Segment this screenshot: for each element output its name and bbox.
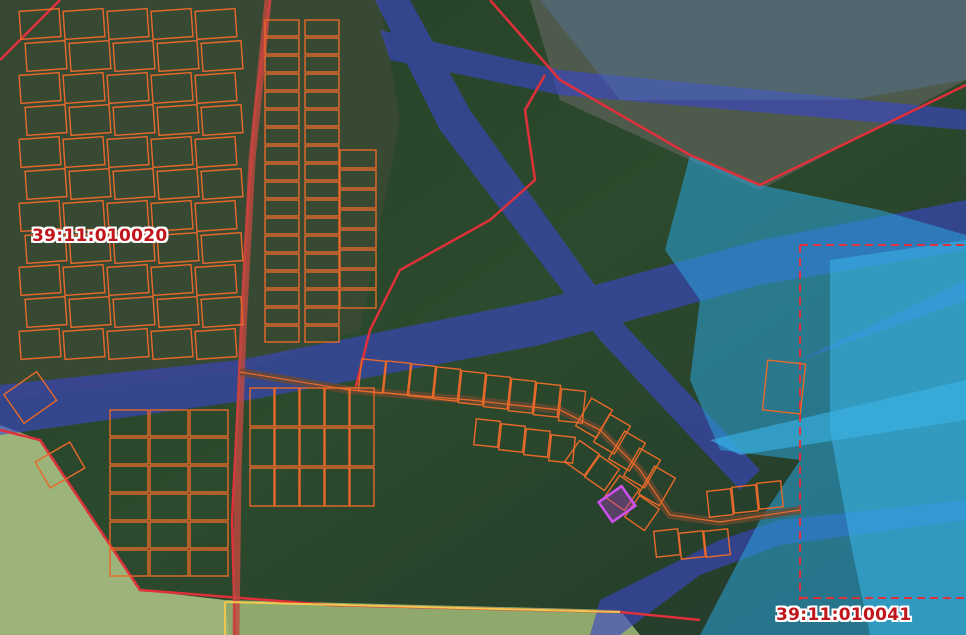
cadastral-map[interactable] [0,0,966,635]
quarter-label-010020[interactable]: 39:11:010020 [32,226,167,246]
quarter-label-010041[interactable]: 39:11:010041 [776,605,911,625]
